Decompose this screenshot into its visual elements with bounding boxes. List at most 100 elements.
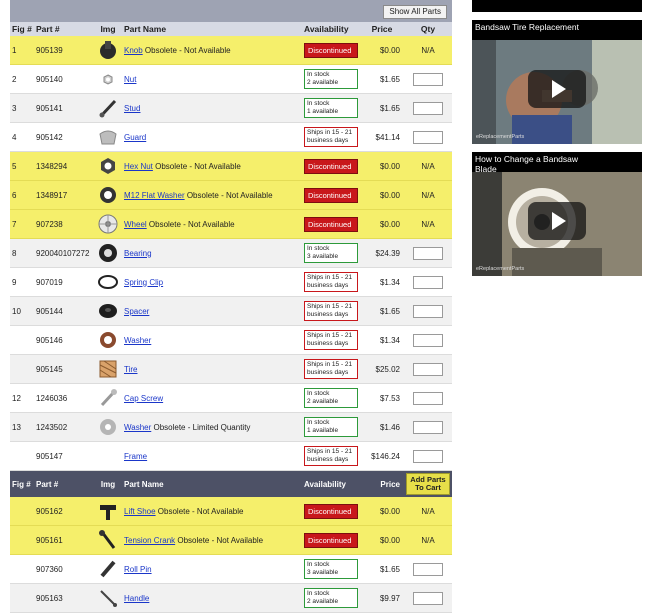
washer3-icon[interactable]: [97, 416, 119, 438]
table-row: 1 905139 Knob Obsolete - Not Available Disc…: [10, 36, 452, 65]
quantity-input[interactable]: [413, 333, 443, 347]
quantity-input[interactable]: [413, 362, 443, 376]
cell-img: [94, 500, 122, 522]
cell-part-number: 905163: [36, 593, 63, 603]
pin-icon[interactable]: [97, 558, 119, 580]
part-name-link[interactable]: Spacer: [124, 307, 149, 316]
part-name-link[interactable]: Hex Nut: [124, 162, 153, 171]
nut-icon[interactable]: [97, 68, 119, 90]
header-price: Price: [371, 24, 393, 34]
stud-icon[interactable]: [97, 97, 119, 119]
part-note: Obsolete - Not Available: [184, 190, 273, 200]
washer2-icon[interactable]: [97, 329, 119, 351]
cell-fig: 6: [12, 190, 17, 200]
part-name-link[interactable]: Stud: [124, 104, 140, 113]
part-name-link[interactable]: M12 Flat Washer: [124, 191, 185, 200]
cell-fig: 2: [12, 74, 17, 84]
cell-price: $24.39: [375, 248, 400, 258]
cell-part-number: 905139: [36, 45, 63, 55]
quantity-input[interactable]: [413, 101, 443, 115]
play-icon[interactable]: [528, 70, 586, 108]
part-note: Obsolete - Not Available: [175, 535, 264, 545]
cell-price: $0.00: [379, 535, 400, 545]
clip-icon[interactable]: [97, 271, 119, 293]
play-icon[interactable]: [528, 202, 586, 240]
part-name-link[interactable]: Lift Shoe: [124, 507, 156, 516]
cell-img: [94, 271, 122, 293]
cell-part-name: Spacer: [122, 307, 302, 316]
show-all-parts-button[interactable]: Show All Parts: [383, 5, 447, 19]
bearing-icon[interactable]: [97, 242, 119, 264]
qty-not-available: N/A: [421, 506, 435, 516]
cell-availability: In stock 2 available: [302, 388, 364, 408]
crank-icon[interactable]: [97, 529, 119, 551]
liftshoe-icon[interactable]: [97, 500, 119, 522]
add-parts-to-cart-button[interactable]: Add Parts To Cart: [406, 473, 450, 495]
guard-icon[interactable]: [97, 126, 119, 148]
part-name-link[interactable]: Frame: [124, 452, 147, 461]
quantity-input[interactable]: [413, 130, 443, 144]
availability-badge: Discontinued: [304, 158, 358, 174]
cell-price: $7.53: [379, 393, 400, 403]
part-name-link[interactable]: Roll Pin: [124, 565, 152, 574]
table-row: 907360 Roll Pin In stock 3 available $1.65: [10, 555, 452, 584]
cell-availability: In stock 1 available: [302, 98, 364, 118]
part-name-link[interactable]: Wheel: [124, 220, 147, 229]
tire-icon[interactable]: [97, 358, 119, 380]
cell-qty: N/A: [404, 536, 452, 545]
add-to-cart-cell: Add Parts To Cart: [404, 473, 452, 495]
cell-price: $1.65: [379, 103, 400, 113]
cell-part-number: 905146: [36, 335, 63, 345]
availability-badge: Discontinued: [304, 42, 358, 58]
spacer-icon[interactable]: [97, 300, 119, 322]
cell-price: $41.14: [375, 132, 400, 142]
part-name-link[interactable]: Cap Screw: [124, 394, 163, 403]
part-name-link[interactable]: Washer: [124, 423, 151, 432]
wheel-icon[interactable]: [97, 213, 119, 235]
quantity-input[interactable]: [413, 246, 443, 260]
cell-img: [94, 213, 122, 235]
part-name-link[interactable]: Handle: [124, 594, 149, 603]
knob-icon[interactable]: [97, 39, 119, 61]
cell-part-name: M12 Flat Washer Obsolete - Not Available: [122, 191, 302, 200]
quantity-input[interactable]: [413, 420, 443, 434]
availability-badge: Ships in 15 - 21 business days: [304, 301, 358, 321]
cell-part-name: Roll Pin: [122, 565, 302, 574]
part-name-link[interactable]: Spring Clip: [124, 278, 163, 287]
video-sidebar: Bandsaw Tire Replacement eReplacementPar…: [472, 0, 642, 284]
quantity-input[interactable]: [413, 449, 443, 463]
quantity-input[interactable]: [413, 591, 443, 605]
cell-qty: [404, 72, 452, 86]
part-name-link[interactable]: Tire: [124, 365, 137, 374]
cell-availability: In stock 3 available: [302, 559, 364, 579]
part-name-link[interactable]: Nut: [124, 75, 136, 84]
part-name-link[interactable]: Bearing: [124, 249, 152, 258]
washer-icon[interactable]: [97, 184, 119, 206]
quantity-input[interactable]: [413, 391, 443, 405]
cell-part-name: Bearing: [122, 249, 302, 258]
availability-badge: In stock 3 available: [304, 243, 358, 263]
part-name-link[interactable]: Tension Crank: [124, 536, 175, 545]
handle-icon[interactable]: [97, 587, 119, 609]
video-card-top-partial[interactable]: [472, 0, 642, 12]
cell-price: $1.65: [379, 564, 400, 574]
cell-price: $1.65: [379, 306, 400, 316]
availability-badge: In stock 2 available: [304, 69, 358, 89]
video-card-blade[interactable]: How to Change a Bandsaw Blade eReplaceme…: [472, 152, 642, 276]
part-name-link[interactable]: Knob: [124, 46, 143, 55]
quantity-input[interactable]: [413, 72, 443, 86]
quantity-input[interactable]: [413, 275, 443, 289]
part-name-link[interactable]: Washer: [124, 336, 151, 345]
cell-img: [94, 126, 122, 148]
header-availability: Availability: [304, 24, 349, 34]
quantity-input[interactable]: [413, 304, 443, 318]
availability-badge: In stock 2 available: [304, 588, 358, 608]
hexnut-icon[interactable]: [97, 155, 119, 177]
parts-rows-2: 905162 Lift Shoe Obsolete - Not Available…: [10, 497, 452, 613]
parts-toolbar: Show All Parts: [10, 0, 452, 22]
video-card-tire[interactable]: Bandsaw Tire Replacement eReplacementPar…: [472, 20, 642, 144]
part-name-link[interactable]: Guard: [124, 133, 146, 142]
screw-icon[interactable]: [97, 387, 119, 409]
cell-part-number: 905140: [36, 74, 63, 84]
quantity-input[interactable]: [413, 562, 443, 576]
